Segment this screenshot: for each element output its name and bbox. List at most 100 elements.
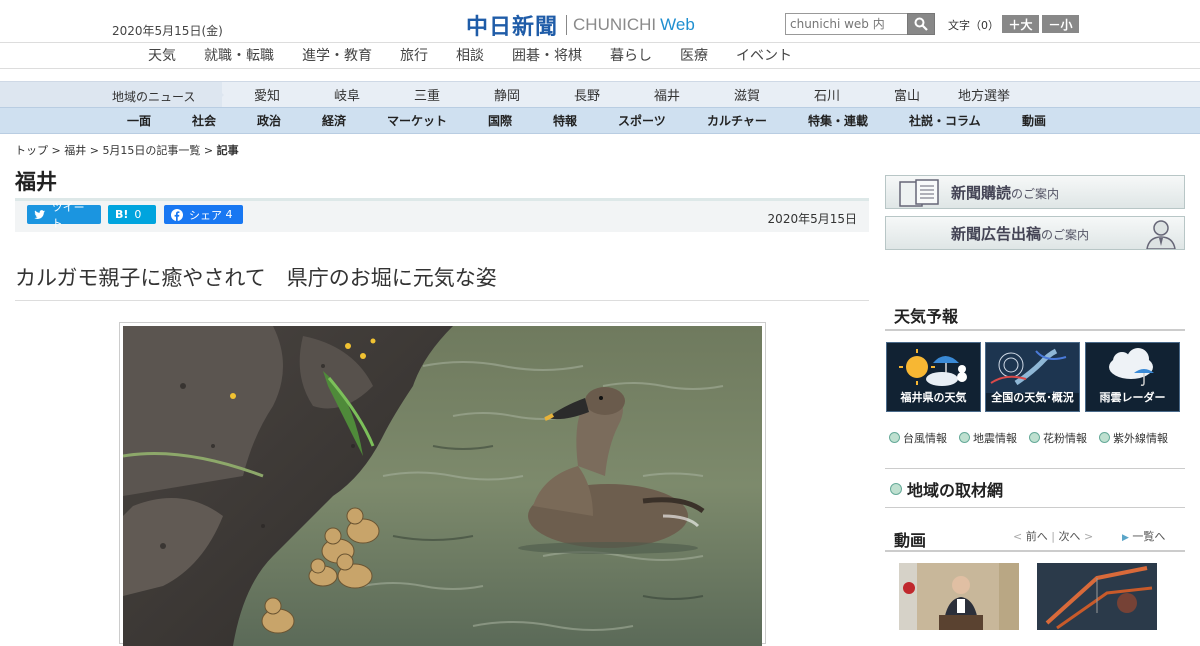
breadcrumb-top[interactable]: トップ (15, 144, 48, 157)
region-item-mie[interactable]: 三重 (414, 85, 440, 104)
businessman-icon (1146, 220, 1176, 249)
main-nav-economy[interactable]: 経済 (322, 112, 346, 129)
logo-web: Web (660, 15, 695, 34)
ad-placement-banner[interactable]: 新聞広告出稿のご案内 (885, 216, 1185, 250)
weather-link-pollen[interactable]: 花粉情報 (1029, 430, 1087, 446)
search-button[interactable] (907, 13, 935, 35)
main-nav-international[interactable]: 国際 (488, 112, 512, 129)
weather-tile-national-label: 全国の天気･概況 (991, 391, 1074, 404)
main-nav-market[interactable]: マーケット (387, 112, 447, 129)
region-nav-label: 地域のニュース (0, 82, 222, 108)
nav-item-go-shogi[interactable]: 囲碁・将棋 (512, 45, 582, 65)
pager-divider: | (1051, 530, 1055, 543)
breadcrumb-current: 記事 (216, 144, 239, 157)
video-thumbnail-1[interactable] (899, 563, 1019, 630)
fb-share-label: シェア (189, 208, 222, 222)
weather-tile-national[interactable]: 全国の天気･概況 (985, 342, 1080, 412)
site-logo[interactable]: 中日新聞 CHUNICHI Web (466, 9, 695, 41)
nav-item-weather[interactable]: 天気 (148, 45, 176, 65)
hatena-bookmark-button[interactable]: B! 0 (108, 205, 156, 224)
area-network-link[interactable]: 地域の取材網 (885, 468, 1185, 508)
rain-cloud-icon (1109, 348, 1154, 386)
nav-item-consult[interactable]: 相談 (456, 45, 484, 65)
utility-nav: 天気 就職・転職 進学・教育 旅行 相談 囲碁・将棋 暮らし 医療 イベント (0, 42, 1200, 69)
breadcrumb: トップ > 福井 > 5月15日の記事一覧 > 記事 (15, 142, 239, 158)
article-date: 2020年5月15日 (767, 212, 857, 226)
logo-japanese: 中日新聞 (466, 14, 559, 40)
weather-link-typhoon[interactable]: 台風情報 (889, 430, 947, 446)
press-conference-thumbnail (899, 563, 1019, 630)
main-nav-culture[interactable]: カルチャー (707, 112, 767, 129)
logo-divider (566, 15, 568, 35)
weather-tile-radar[interactable]: 雨雲レーダー (1085, 342, 1180, 412)
video-next-link[interactable]: 次へ (1058, 530, 1080, 543)
article-headline: カルガモ親子に癒やされて 県庁のお堀に元気な姿 (15, 266, 497, 290)
headline-rule (15, 300, 869, 301)
bullet-icon (890, 483, 902, 495)
region-item-aichi[interactable]: 愛知 (254, 85, 280, 104)
region-item-nagano[interactable]: 長野 (574, 85, 600, 104)
region-item-gifu[interactable]: 岐阜 (334, 85, 360, 104)
nav-item-travel[interactable]: 旅行 (400, 45, 428, 65)
ad-banner-text: 新聞広告出稿のご案内 (951, 225, 1090, 243)
bullet-icon (959, 432, 970, 443)
weather-heading-rule (885, 329, 1185, 331)
fb-share-count: 4 (225, 208, 233, 221)
main-nav-society[interactable]: 社会 (192, 112, 216, 129)
nav-item-education[interactable]: 進学・教育 (302, 45, 372, 65)
video-thumbnail-2[interactable] (1037, 563, 1157, 630)
site-header: 2020年5月15日(金) 中日新聞 CHUNICHI Web 文字（0） ＋大… (0, 0, 1200, 42)
region-item-elections[interactable]: 地方選挙 (958, 85, 1010, 104)
weather-link-uv[interactable]: 紫外線情報 (1099, 430, 1168, 446)
font-smaller-button[interactable]: －小 (1042, 15, 1079, 33)
main-nav-video[interactable]: 動画 (1022, 112, 1046, 129)
hatena-icon: B! (115, 208, 129, 221)
main-nav-special-report[interactable]: 特報 (553, 112, 577, 129)
main-nav-features[interactable]: 特集・連載 (808, 112, 868, 129)
duck-photo-illustration (123, 326, 762, 646)
region-nav-arrow (210, 82, 224, 108)
region-item-fukui[interactable]: 福井 (654, 85, 680, 104)
bullet-icon (1029, 432, 1040, 443)
current-date: 2020年5月15日(金) (112, 24, 223, 38)
sun-umbrella-icon (899, 349, 967, 386)
logo-english: CHUNICHI (573, 15, 657, 34)
subscription-banner[interactable]: 新聞購読のご案内 (885, 175, 1185, 209)
breadcrumb-separator: > (48, 144, 65, 157)
main-nav-editorial[interactable]: 社説・コラム (909, 112, 981, 129)
weather-tile-fukui[interactable]: 福井県の天気 (886, 342, 981, 412)
weather-link-earthquake[interactable]: 地震情報 (959, 430, 1017, 446)
video-prev-link[interactable]: 前へ (1026, 530, 1048, 543)
article-photo[interactable] (123, 326, 762, 646)
video-heading-rule (885, 550, 1185, 552)
main-nav-front[interactable]: 一面 (127, 112, 151, 129)
subscription-banner-text: 新聞購読のご案内 (951, 184, 1060, 202)
font-larger-button[interactable]: ＋大 (1002, 15, 1039, 33)
region-item-shiga[interactable]: 滋賀 (734, 85, 760, 104)
main-nav-sports[interactable]: スポーツ (618, 112, 666, 129)
facebook-icon (171, 208, 183, 221)
weather-map-icon (986, 343, 1079, 393)
video-all-link-wrap: ▶ 一覧へ (1122, 528, 1165, 544)
newspaper-icon (899, 179, 939, 207)
nav-item-events[interactable]: イベント (736, 45, 792, 65)
search-input[interactable] (785, 13, 910, 35)
breadcrumb-fukui[interactable]: 福井 (64, 144, 86, 157)
video-heading: 動画 (894, 531, 927, 550)
main-nav-politics[interactable]: 政治 (257, 112, 281, 129)
region-item-ishikawa[interactable]: 石川 (814, 85, 840, 104)
tweet-button[interactable]: ツイート (27, 201, 101, 230)
nav-item-jobs[interactable]: 就職・転職 (204, 45, 274, 65)
video-all-link[interactable]: 一覧へ (1132, 530, 1165, 543)
weather-tile-fukui-label: 福井県の天気 (900, 391, 967, 404)
video-pager: < 前へ | 次へ > (1013, 528, 1093, 544)
region-item-toyama[interactable]: 富山 (894, 85, 920, 104)
region-item-shizuoka[interactable]: 静岡 (494, 85, 520, 104)
breadcrumb-date-list[interactable]: 5月15日の記事一覧 (102, 144, 200, 157)
area-network-label: 地域の取材網 (907, 481, 1004, 500)
section-title: 福井 (15, 170, 57, 194)
nav-item-living[interactable]: 暮らし (610, 45, 652, 65)
facebook-share-button[interactable]: シェア 4 (164, 205, 243, 224)
hatena-count: 0 (134, 208, 142, 221)
nav-item-medical[interactable]: 医療 (680, 45, 708, 65)
